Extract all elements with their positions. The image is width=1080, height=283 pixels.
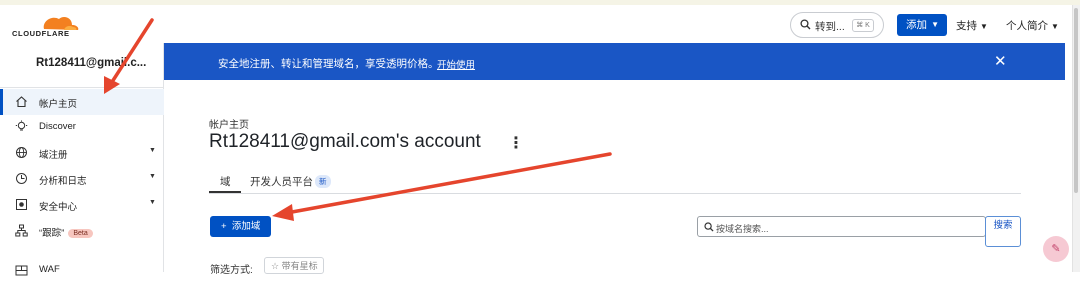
- banner-text: 安全地注册、转让和管理域名，享受透明价格。: [218, 58, 439, 70]
- promo-banner: 安全地注册、转让和管理域名，享受透明价格。 开始使用 ✕: [164, 43, 1065, 80]
- sidebar-item-discover[interactable]: Discover: [0, 114, 164, 140]
- network-icon: [15, 224, 28, 237]
- shield-icon: [16, 199, 27, 210]
- shortcut-hint: ⌘ K: [852, 19, 874, 32]
- sidebar-item-label: 分析和日志: [39, 176, 87, 187]
- top-header: CLOUDFLARE 转到... ⌘ K 添加 ▼ 支持 ▼ 个人简介 ▼: [0, 5, 1072, 43]
- account-switcher[interactable]: Rt128411@gmail.c...: [36, 57, 146, 69]
- more-options-icon[interactable]: ⋮: [508, 133, 524, 153]
- beta-badge: Beta: [68, 229, 93, 238]
- caret-down-icon: ▼: [980, 22, 988, 31]
- home-icon: [16, 96, 27, 108]
- search-icon: [800, 19, 811, 30]
- filter-label: 筛选方式:: [210, 265, 253, 276]
- breadcrumb: 帐户主页: [209, 120, 249, 131]
- plus-icon: +: [221, 221, 227, 232]
- caret-down-icon: ▼: [149, 173, 156, 180]
- sidebar-item-label: 域注册: [39, 150, 68, 161]
- firewall-icon: [15, 265, 28, 276]
- sidebar-item-analytics-logs[interactable]: 分析和日志 ▼: [0, 166, 164, 192]
- sidebar-item-account-home[interactable]: 帐户主页: [0, 89, 164, 115]
- sidebar-item-label: 安全中心: [39, 202, 78, 213]
- sidebar-item-label: Discover: [39, 121, 76, 132]
- scrollbar-thumb[interactable]: [1074, 8, 1078, 193]
- clock-chart-icon: [16, 173, 27, 184]
- sidebar-item-trace[interactable]: “跟踪” Beta: [0, 218, 164, 244]
- goto-label: 转到...: [815, 21, 845, 33]
- sidebar-item-domain-registration[interactable]: 域注册 ▼: [0, 140, 164, 166]
- add-button[interactable]: 添加 ▼: [897, 14, 947, 36]
- starred-filter-chip[interactable]: ☆ 带有星标: [264, 257, 324, 274]
- logo-text: CLOUDFLARE: [12, 29, 70, 38]
- profile-label: 个人简介: [1006, 20, 1048, 32]
- search-button[interactable]: 搜索: [985, 216, 1021, 247]
- new-badge: 新: [315, 175, 331, 188]
- caret-down-icon: ▼: [149, 147, 156, 154]
- caret-down-icon: ▼: [931, 20, 939, 29]
- sidebar-item-label: WAF: [39, 264, 60, 275]
- goto-search-button[interactable]: 转到... ⌘ K: [790, 12, 884, 38]
- assistant-bubble-icon[interactable]: ✎: [1043, 236, 1069, 262]
- tabs-divider: [209, 193, 1021, 194]
- domain-search-input[interactable]: 按域名搜索...: [697, 216, 986, 237]
- search-placeholder: 按域名搜索...: [716, 224, 769, 234]
- star-icon: ☆: [271, 261, 280, 271]
- starred-filter-label: 带有星标: [281, 261, 318, 271]
- annotation-arrowhead: [272, 204, 294, 221]
- add-domain-button[interactable]: + 添加域: [210, 216, 271, 237]
- tab-domains[interactable]: 域: [220, 174, 231, 189]
- tab-developer-platform[interactable]: 开发人员平台: [250, 174, 313, 189]
- sidebar-divider: [0, 87, 164, 88]
- caret-down-icon: ▼: [1051, 22, 1059, 31]
- banner-get-started-link[interactable]: 开始使用: [437, 57, 475, 71]
- page-title: Rt128411@gmail.com's account: [209, 131, 481, 152]
- lightbulb-icon: [15, 120, 28, 131]
- add-label: 添加: [906, 19, 927, 31]
- search-icon: [704, 222, 714, 232]
- sidebar-item-label: 帐户主页: [39, 99, 78, 110]
- add-domain-label: 添加域: [231, 221, 261, 232]
- globe-icon: [16, 147, 27, 158]
- sidebar-item-security-center[interactable]: 安全中心 ▼: [0, 192, 164, 218]
- support-menu[interactable]: 支持 ▼: [956, 18, 988, 33]
- sidebar-item-waf[interactable]: WAF: [0, 257, 164, 283]
- sidebar: Rt128411@gmail.c... 帐户主页 Discover 域注册 ▼ …: [0, 43, 164, 276]
- sidebar-item-label: “跟踪” Beta: [39, 225, 93, 239]
- profile-menu[interactable]: 个人简介 ▼: [1006, 18, 1059, 33]
- support-label: 支持: [956, 20, 977, 32]
- caret-down-icon: ▼: [149, 199, 156, 206]
- annotation-arrow-to-add-domain: [290, 152, 612, 214]
- close-icon[interactable]: ✕: [994, 52, 1007, 70]
